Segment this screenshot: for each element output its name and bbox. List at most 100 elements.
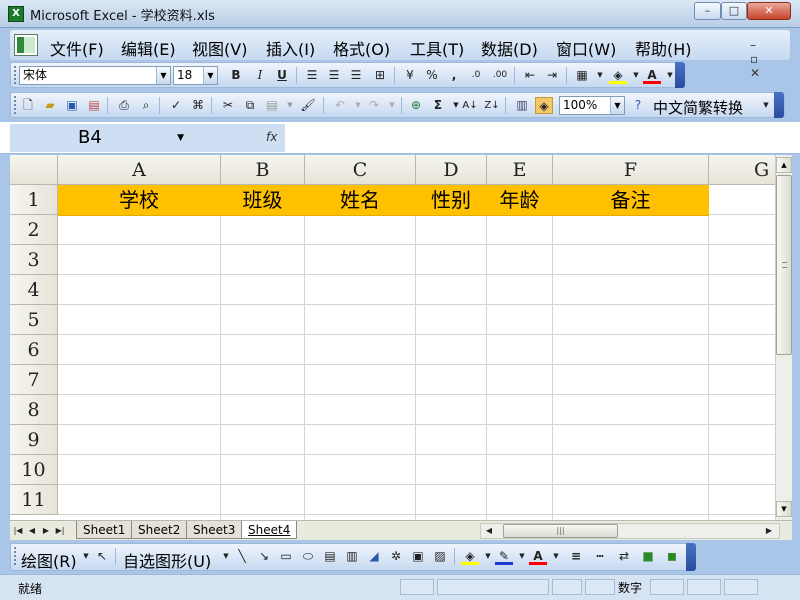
chevron-down-icon[interactable]: ▼ bbox=[547, 548, 565, 565]
row-header[interactable]: 4 bbox=[10, 275, 58, 305]
chevron-down-icon[interactable]: ▼ bbox=[591, 67, 609, 84]
toolbar-grip[interactable] bbox=[14, 547, 18, 565]
copy-icon[interactable]: ⧉ bbox=[241, 97, 259, 114]
drawing-toggle-icon[interactable]: ◈ bbox=[535, 97, 553, 114]
autoshapes-menu-button[interactable]: 自选图形(U) bbox=[123, 548, 211, 572]
decrease-decimal-icon[interactable]: .00 bbox=[491, 67, 509, 84]
header-cell-gender[interactable]: 性别 bbox=[416, 185, 487, 216]
font-size-select[interactable]: 18 ▼ bbox=[173, 66, 218, 85]
draw-menu-button[interactable]: 绘图(R) bbox=[21, 548, 77, 572]
document-window-controls[interactable]: – ▫ ✕ bbox=[750, 38, 790, 80]
toolbar-grip[interactable] bbox=[14, 66, 18, 84]
menu-format[interactable]: 格式(O) bbox=[333, 36, 390, 60]
cut-icon[interactable]: ✂ bbox=[219, 97, 237, 114]
vertical-textbox-icon[interactable]: ▥ bbox=[343, 548, 361, 565]
row-header[interactable]: 11 bbox=[10, 485, 58, 515]
open-folder-icon[interactable]: ▰ bbox=[41, 97, 59, 114]
chevron-down-icon[interactable]: ▼ bbox=[610, 97, 624, 114]
menu-view[interactable]: 视图(V) bbox=[192, 36, 247, 60]
scroll-left-icon[interactable]: ◀ bbox=[483, 524, 495, 538]
chevron-down-icon[interactable]: ▼ bbox=[156, 67, 170, 84]
column-header-c[interactable]: C bbox=[305, 155, 416, 185]
chinese-conversion-button[interactable]: 中文简繁转换 bbox=[653, 97, 743, 118]
font-color-button[interactable]: A bbox=[643, 67, 661, 84]
rectangle-icon[interactable]: ▭ bbox=[277, 548, 295, 565]
dash-style-icon[interactable]: ┅ bbox=[591, 548, 609, 565]
row-header[interactable]: 10 bbox=[10, 455, 58, 485]
permission-icon[interactable]: ▤ bbox=[85, 97, 103, 114]
line-icon[interactable]: ╲ bbox=[233, 548, 251, 565]
textbox-icon[interactable]: ▤ bbox=[321, 548, 339, 565]
spelling-icon[interactable]: ✓ bbox=[167, 97, 185, 114]
picture-icon[interactable]: ▨ bbox=[431, 548, 449, 565]
row-header[interactable]: 3 bbox=[10, 245, 58, 275]
align-left-icon[interactable]: ☰ bbox=[303, 67, 321, 84]
decrease-indent-icon[interactable]: ⇤ bbox=[521, 67, 539, 84]
toolbar-grip[interactable] bbox=[14, 96, 18, 114]
toolbar-options-icon[interactable] bbox=[686, 543, 696, 571]
column-header-g[interactable]: G bbox=[709, 155, 775, 185]
row-header[interactable]: 6 bbox=[10, 335, 58, 365]
research-icon[interactable]: ⌘ bbox=[189, 97, 207, 114]
toolbar-options-icon[interactable] bbox=[774, 92, 784, 118]
sheet-tab-3[interactable]: Sheet3 bbox=[186, 521, 243, 539]
paste-icon[interactable]: ▤ bbox=[263, 97, 281, 114]
redo-icon[interactable]: ↷ bbox=[365, 97, 383, 114]
scroll-right-icon[interactable]: ▶ bbox=[763, 524, 775, 538]
percent-style-button[interactable]: % bbox=[423, 67, 441, 84]
italic-button[interactable]: I bbox=[251, 67, 269, 84]
diagram-icon[interactable]: ✲ bbox=[387, 548, 405, 565]
line-color-icon[interactable]: ✎ bbox=[495, 548, 513, 565]
sort-ascending-icon[interactable]: A↓ bbox=[461, 97, 479, 114]
increase-indent-icon[interactable]: ⇥ bbox=[543, 67, 561, 84]
toolbar-options-icon[interactable] bbox=[675, 62, 685, 88]
format-painter-icon[interactable]: 🖌 bbox=[299, 97, 317, 114]
chevron-down-icon[interactable]: ▼ bbox=[383, 97, 401, 114]
column-header-f[interactable]: F bbox=[553, 155, 709, 185]
align-center-icon[interactable]: ☰ bbox=[325, 67, 343, 84]
font-name-select[interactable]: 宋体 ▼ bbox=[19, 66, 171, 85]
menu-insert[interactable]: 插入(I) bbox=[266, 36, 315, 60]
fill-color-icon[interactable]: ◈ bbox=[609, 67, 627, 84]
save-icon[interactable]: ▣ bbox=[63, 97, 81, 114]
header-cell-school[interactable]: 学校 bbox=[58, 185, 221, 216]
sheet-tab-2[interactable]: Sheet2 bbox=[131, 521, 188, 539]
sort-descending-icon[interactable]: Z↓ bbox=[483, 97, 501, 114]
last-sheet-icon[interactable]: ▶| bbox=[54, 524, 66, 538]
column-header-a[interactable]: A bbox=[58, 155, 221, 185]
line-style-icon[interactable]: ≡ bbox=[567, 548, 585, 565]
clipart-icon[interactable]: ▣ bbox=[409, 548, 427, 565]
menu-help[interactable]: 帮助(H) bbox=[635, 36, 692, 60]
font-color-icon[interactable]: A bbox=[529, 548, 547, 565]
hyperlink-icon[interactable]: ⊕ bbox=[407, 97, 425, 114]
header-cell-class[interactable]: 班级 bbox=[221, 185, 305, 216]
3d-style-icon[interactable]: ◼ bbox=[663, 548, 681, 565]
row-header[interactable]: 1 bbox=[10, 185, 58, 215]
arrow-style-icon[interactable]: ⇄ bbox=[615, 548, 633, 565]
menu-data[interactable]: 数据(D) bbox=[481, 36, 538, 60]
column-header-b[interactable]: B bbox=[221, 155, 305, 185]
first-sheet-icon[interactable]: |◀ bbox=[12, 524, 24, 538]
insert-function-icon[interactable]: fx bbox=[266, 130, 277, 144]
fill-color-icon[interactable]: ◈ bbox=[461, 548, 479, 565]
chevron-down-icon[interactable]: ▼ bbox=[757, 97, 775, 114]
vertical-scrollbar[interactable]: ▲ ▼ bbox=[775, 155, 792, 520]
sheet-tab-1[interactable]: Sheet1 bbox=[76, 521, 133, 539]
row-header[interactable]: 2 bbox=[10, 215, 58, 245]
row-header[interactable]: 9 bbox=[10, 425, 58, 455]
select-all-corner[interactable] bbox=[10, 155, 58, 185]
horizontal-scroll-thumb[interactable]: ||| bbox=[503, 524, 618, 538]
header-cell-age[interactable]: 年龄 bbox=[487, 185, 553, 216]
bold-button[interactable]: B bbox=[227, 67, 245, 84]
chevron-down-icon[interactable]: ▼ bbox=[281, 97, 299, 114]
minimize-button[interactable]: – bbox=[694, 2, 721, 20]
workbook-icon[interactable] bbox=[14, 34, 38, 56]
underline-button[interactable]: U bbox=[273, 67, 291, 84]
increase-decimal-icon[interactable]: .0 bbox=[467, 67, 485, 84]
prev-sheet-icon[interactable]: ◀ bbox=[26, 524, 38, 538]
maximize-button[interactable]: □ bbox=[721, 2, 747, 20]
chevron-down-icon[interactable]: ▼ bbox=[177, 124, 184, 152]
horizontal-scrollbar[interactable]: ◀ ||| ▶ bbox=[480, 523, 780, 539]
shadow-style-icon[interactable]: ■ bbox=[639, 548, 657, 565]
merge-center-icon[interactable]: ⊞ bbox=[371, 67, 389, 84]
